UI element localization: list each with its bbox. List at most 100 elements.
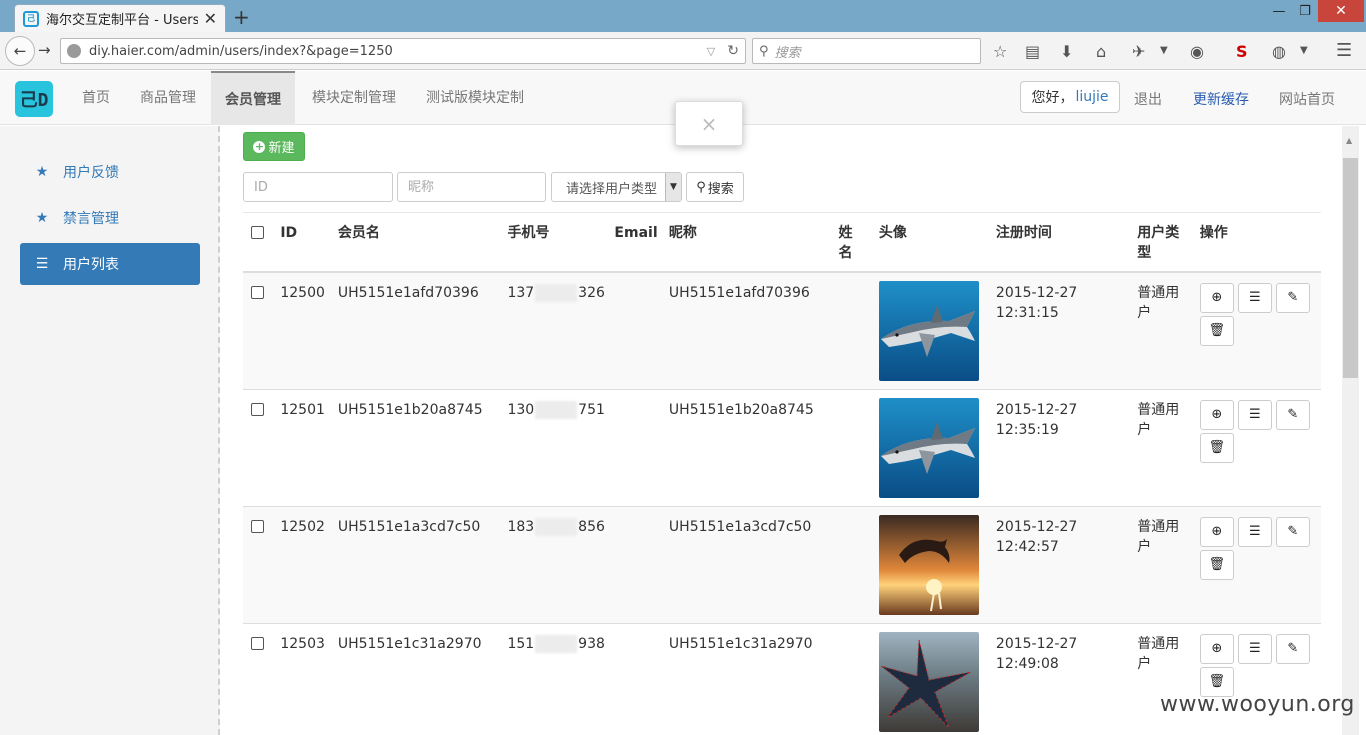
col-surname[interactable]: 姓名 (838, 212, 879, 273)
phone-redaction (535, 517, 578, 536)
scroll-up-icon[interactable]: ▲ (1346, 136, 1352, 145)
hamburger-menu-icon[interactable]: ☰ (1336, 40, 1352, 61)
users-table: ID 会员名 手机号 Email 昵称 姓名 头像 注册时间 用户类型 操作 1… (243, 212, 1321, 735)
nickname-search-input[interactable] (397, 172, 546, 202)
edit-button[interactable]: ✎ (1275, 399, 1310, 430)
url-dropdown-icon[interactable]: ▽ (707, 45, 715, 58)
col-nickname[interactable]: 昵称 (668, 212, 839, 273)
home-icon[interactable]: ⌂ (1096, 42, 1106, 61)
delete-button[interactable]: 🗑 (1199, 316, 1234, 346)
forward-arrow-icon[interactable]: → (38, 41, 51, 59)
row-checkbox[interactable] (251, 402, 264, 416)
refresh-cache-link[interactable]: 更新缓存 (1193, 89, 1249, 109)
id-search-input[interactable] (243, 172, 393, 202)
user-greeting[interactable]: 您好， liujie (1020, 81, 1120, 113)
col-email[interactable]: Email (614, 212, 669, 273)
col-user-type[interactable]: 用户类型 (1137, 212, 1200, 273)
sidebar-item-user-list[interactable]: ☰ 用户列表 (20, 243, 200, 285)
edit-button[interactable]: ✎ (1275, 633, 1310, 664)
window-close-icon[interactable]: ✕ (1318, 0, 1364, 22)
select-all-checkbox[interactable] (251, 226, 264, 239)
view-button[interactable]: ⊕ (1199, 633, 1234, 664)
new-tab-icon[interactable]: + (233, 5, 250, 29)
tab-close-icon[interactable]: ✕ (204, 9, 217, 28)
view-button[interactable]: ⊕ (1199, 516, 1234, 547)
url-text[interactable]: diy.haier.com/admin/users/index?&page=12… (89, 44, 707, 59)
view-button[interactable]: ⊕ (1199, 283, 1234, 313)
logout-link[interactable]: 退出 (1134, 89, 1162, 109)
avatar-shark-image[interactable] (878, 397, 979, 498)
menu-module-customization[interactable]: 模块定制管理 (312, 71, 396, 125)
edit-button[interactable]: ✎ (1275, 283, 1310, 313)
avatar-shark-image[interactable] (878, 281, 979, 381)
bookmark-star-icon[interactable]: ☆ (993, 42, 1007, 61)
addon-s-icon[interactable]: S (1236, 42, 1248, 61)
row-checkbox[interactable] (251, 636, 264, 650)
reg-date: 2015-12-27 (995, 285, 1078, 301)
delete-button[interactable]: 🗑 (1199, 549, 1234, 580)
menu-member-management[interactable]: 会员管理 (211, 71, 295, 125)
site-favicon-icon: 己 (23, 10, 39, 27)
scrollbar-thumb[interactable] (1343, 158, 1358, 378)
menu-home[interactable]: 首页 (82, 71, 110, 125)
cell-user-type: 普通用户 (1137, 505, 1200, 623)
phone-redaction (535, 400, 578, 419)
col-phone[interactable]: 手机号 (507, 212, 615, 273)
edit-button[interactable]: ✎ (1275, 516, 1310, 547)
details-button[interactable]: ☰ (1237, 633, 1272, 664)
details-button[interactable]: ☰ (1237, 283, 1272, 313)
list-icon: ☰ (35, 256, 49, 272)
notification-popup: × (675, 101, 743, 146)
reg-date: 2015-12-27 (995, 635, 1078, 652)
window-minimize-icon[interactable]: — (1266, 0, 1292, 22)
list-icon: ☰ (1248, 640, 1261, 656)
addon-dropdown-icon[interactable]: ▼ (1300, 45, 1308, 56)
menu-product-management[interactable]: 商品管理 (140, 71, 196, 125)
zoom-in-icon: ⊕ (1211, 523, 1223, 539)
menu-beta-module-customization[interactable]: 测试版模块定制 (426, 71, 524, 125)
delete-button[interactable]: 🗑 (1199, 432, 1234, 463)
col-id[interactable]: ID (280, 212, 338, 273)
cell-nickname: UH5151e1c31a2970 (668, 622, 839, 735)
download-icon[interactable]: ⬇ (1060, 42, 1073, 61)
close-icon[interactable]: × (701, 112, 718, 136)
col-reg-time[interactable]: 注册时间 (995, 212, 1138, 273)
reload-icon[interactable]: ↻ (727, 43, 739, 59)
extension-icon[interactable]: ✈ (1132, 42, 1145, 61)
user-type-select[interactable]: 请选择用户类型 ▼ (551, 172, 682, 202)
site-home-link[interactable]: 网站首页 (1279, 89, 1335, 109)
row-checkbox[interactable] (251, 286, 264, 299)
cell-id: 12502 (280, 505, 338, 623)
browser-tab[interactable]: 己 海尔交互定制平台 - Users ✕ (14, 4, 226, 32)
col-member-name[interactable]: 会员名 (337, 212, 508, 273)
window-maximize-icon[interactable]: ❐ (1292, 0, 1318, 22)
new-button-label: 新建 (268, 141, 295, 156)
avatar-starfish-image[interactable] (878, 631, 979, 732)
cell-email (614, 622, 669, 735)
cell-user-type: 普通用户 (1137, 271, 1200, 389)
chevron-down-icon[interactable]: ▼ (665, 173, 681, 201)
view-button[interactable]: ⊕ (1199, 399, 1234, 430)
browser-search-box[interactable]: ⚲ 搜索 (752, 38, 981, 64)
sidebar-item-feedback[interactable]: ★ 用户反馈 (20, 151, 200, 193)
sidebar-item-mute-management[interactable]: ★ 禁言管理 (20, 197, 200, 239)
brand-logo[interactable]: 己D (15, 81, 53, 117)
page-scrollbar[interactable]: ▲ (1342, 126, 1359, 735)
username[interactable]: liujie (1075, 89, 1108, 105)
search-button[interactable]: ⚲ 搜索 (686, 172, 744, 202)
row-checkbox[interactable] (251, 519, 264, 533)
sidebar-item-label: 用户反馈 (63, 165, 119, 181)
avatar-dolphin-image[interactable] (878, 514, 979, 615)
address-bar[interactable]: diy.haier.com/admin/users/index?&page=12… (60, 38, 746, 64)
new-user-button[interactable]: + 新建 (243, 132, 305, 161)
addon-globe-icon[interactable]: ◉ (1190, 42, 1204, 61)
back-arrow-icon[interactable]: ← (5, 36, 35, 66)
reading-list-icon[interactable]: ▤ (1025, 42, 1040, 61)
addon-earth-icon[interactable]: ◍ (1272, 42, 1286, 61)
watermark-text: www.wooyun.org (1160, 692, 1355, 717)
extension-dropdown-icon[interactable]: ▼ (1160, 45, 1168, 56)
col-avatar[interactable]: 头像 (878, 212, 996, 273)
details-button[interactable]: ☰ (1237, 516, 1272, 547)
reg-time: 12:31:15 (995, 305, 1059, 321)
details-button[interactable]: ☰ (1237, 399, 1272, 430)
